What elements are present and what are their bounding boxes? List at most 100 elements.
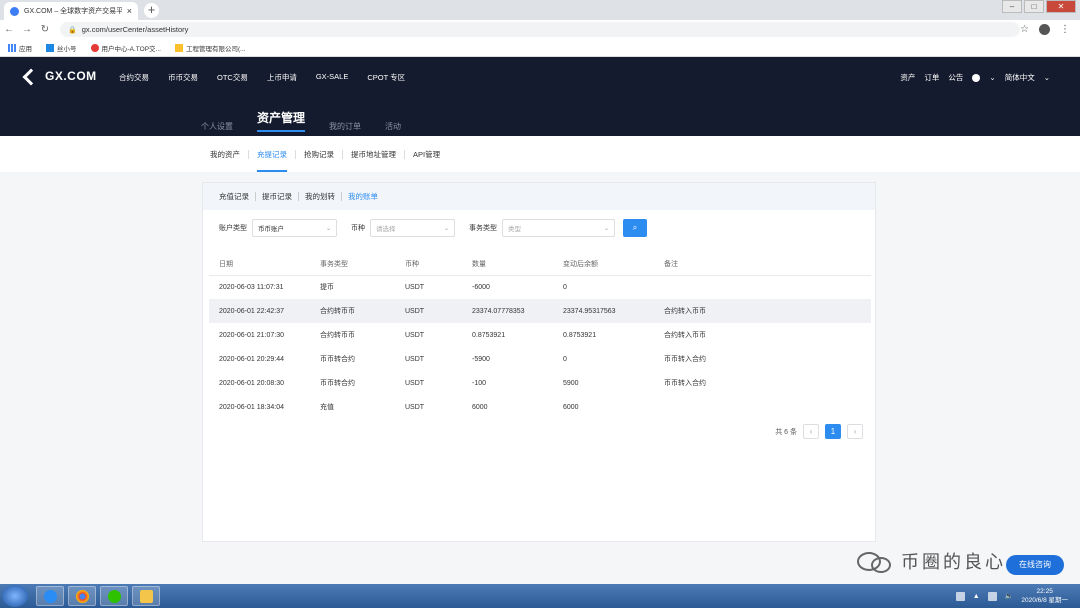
nav-cpot[interactable]: CPOT 专区: [367, 72, 405, 83]
nav-spot-trading[interactable]: 币币交易: [168, 72, 198, 83]
close-tab-icon[interactable]: ×: [127, 6, 132, 16]
site-header: GX.COM 合约交易 币币交易 OTC交易 上币申请 GX-SALE CPOT…: [0, 57, 1080, 136]
coin-select[interactable]: 请选择 ⌄: [370, 219, 455, 237]
subnav-my-orders[interactable]: 我的订单: [329, 121, 361, 132]
watermark: 币圈的良心: [855, 548, 1006, 574]
tab-withdraw-records[interactable]: 提币记录: [256, 192, 299, 201]
history-panel: 充值记录 提币记录 我的划转 我的账单 账户类型 币币账户 ⌄ 币种 请选择 ⌄…: [202, 182, 876, 542]
volume-icon[interactable]: 🔈: [1005, 592, 1014, 600]
next-page-button[interactable]: ›: [847, 424, 863, 439]
network-icon[interactable]: [987, 591, 997, 601]
tab-purchase-history[interactable]: 抢购记录: [296, 149, 343, 159]
total-count: 共 6 条: [775, 428, 797, 436]
user-icon[interactable]: [972, 73, 981, 82]
star-icon[interactable]: ☆: [1020, 24, 1029, 35]
col-amount: 数量: [462, 253, 553, 276]
search-button[interactable]: ⌕: [623, 219, 647, 237]
site-logo[interactable]: GX.COM: [22, 69, 97, 83]
nav-listing[interactable]: 上币申请: [267, 72, 297, 83]
table-row: 2020-06-01 21:07:30 合约转币币 USDT 0.8753921 0.8…: [219, 331, 706, 340]
table-row: 2020-06-03 11:07:31 提币 USDT -6000 0: [219, 283, 567, 292]
subnav-asset-management[interactable]: 资产管理: [257, 109, 306, 132]
address-bar[interactable]: 🔒 gx.com/userCenter/assetHistory: [60, 22, 1021, 37]
record-tabs: 充值记录 提币记录 我的划转 我的账单: [203, 183, 875, 210]
nav-contract-trading[interactable]: 合约交易: [119, 72, 149, 83]
lock-icon: 🔒: [68, 26, 77, 34]
account-icon[interactable]: [1039, 24, 1050, 35]
os-taskbar: ▲ 🔈 22:25 2020/6/8 星期一: [0, 584, 1080, 608]
table-row: 2020-06-01 22:42:37 合约转币币 USDT 23374.077783…: [209, 299, 871, 323]
transaction-type-label: 事务类型: [469, 225, 497, 232]
browser-toolbar: ← → ↻ 🔒 gx.com/userCenter/assetHistory ☆…: [0, 20, 1080, 39]
page-button-current[interactable]: 1: [825, 424, 841, 439]
bookmarks-bar: 应用 丝小号 用户中心-A.TOP交... 工程管理有限公司(...: [0, 39, 1080, 57]
back-icon[interactable]: ←: [0, 24, 18, 35]
user-center-nav: 个人设置 资产管理 我的订单 活动: [201, 109, 401, 132]
chevron-down-icon: ⌄: [603, 225, 609, 232]
bookmark-1[interactable]: 丝小号: [46, 43, 77, 53]
main-nav: 合约交易 币币交易 OTC交易 上币申请 GX-SALE CPOT 专区: [119, 72, 405, 83]
transaction-type-select[interactable]: 类型 ⌄: [502, 219, 615, 237]
account-type-select[interactable]: 币币账户 ⌄: [252, 219, 337, 237]
coin-label: 币种: [351, 225, 365, 232]
subnav-activities[interactable]: 活动: [385, 121, 401, 132]
reload-icon[interactable]: ↻: [36, 24, 54, 35]
table-row: 2020-06-01 18:34:04 充值 USDT 6000 6000: [219, 403, 579, 412]
chrome-icon: [90, 43, 99, 52]
start-button[interactable]: [2, 585, 28, 607]
taskbar-wechat-icon[interactable]: [100, 586, 128, 606]
apps-grid-icon: [8, 43, 16, 52]
browser-tab-strip: GX.COM – 全球数字资产交易平台 × + – □ ✕: [0, 0, 1080, 20]
browser-tab[interactable]: GX.COM – 全球数字资产交易平台 ×: [4, 2, 138, 20]
nav-otc[interactable]: OTC交易: [217, 72, 248, 83]
search-icon: ⌕: [632, 223, 638, 232]
url-text: gx.com/userCenter/assetHistory: [81, 25, 189, 34]
maximize-button[interactable]: □: [1024, 0, 1044, 13]
tab-withdraw-address[interactable]: 提币地址管理: [343, 149, 405, 159]
tab-title: GX.COM – 全球数字资产交易平台: [24, 8, 122, 15]
tray-expand-icon[interactable]: ▲: [973, 593, 980, 600]
chevron-down-icon: ⌄: [1043, 73, 1050, 82]
subnav-personal-settings[interactable]: 个人设置: [201, 121, 233, 132]
bill-table: 日期 事务类型 币种 数量 变动后余额 备注 2020-06-03 11:07:…: [209, 253, 871, 419]
table-row: 2020-06-01 20:08:30 币币转合约 USDT -100 5900 币币转入…: [219, 379, 706, 388]
bookmark-icon: [174, 43, 183, 52]
bookmark-2[interactable]: 用户中心-A.TOP交...: [90, 43, 161, 53]
nav-orders[interactable]: 订单: [924, 72, 939, 83]
tab-my-assets[interactable]: 我的资产: [210, 149, 249, 159]
new-tab-button[interactable]: +: [144, 3, 159, 18]
nav-gx-sale[interactable]: GX-SALE: [316, 72, 349, 83]
col-remark: 备注: [654, 253, 871, 276]
minimize-button[interactable]: –: [1002, 0, 1022, 13]
tab-my-bills[interactable]: 我的账单: [342, 192, 384, 201]
tab-api-management[interactable]: API管理: [405, 150, 448, 159]
taskbar-app-icon[interactable]: [36, 586, 64, 606]
bookmark-icon: [46, 43, 54, 52]
pagination: 共 6 条 ‹ 1 ›: [775, 424, 863, 439]
chevron-down-icon: ⌄: [325, 225, 331, 232]
header-right-nav: 资产 订单 公告 ⌄ 简体中文 ⌄: [900, 72, 1050, 83]
prev-page-button[interactable]: ‹: [803, 424, 819, 439]
clock[interactable]: 22:25 2020/6/8 星期一: [1021, 587, 1068, 605]
window-controls: – □ ✕: [1002, 0, 1076, 13]
menu-icon[interactable]: ⋮: [1060, 24, 1070, 35]
table-header-row: 日期 事务类型 币种 数量 变动后余额 备注: [209, 253, 871, 276]
nav-announcements[interactable]: 公告: [948, 72, 963, 83]
col-coin: 币种: [395, 253, 462, 276]
filter-bar: 账户类型 币币账户 ⌄ 币种 请选择 ⌄ 事务类型 类型 ⌄ ⌕: [219, 219, 647, 237]
nav-assets[interactable]: 资产: [900, 72, 915, 83]
bookmark-apps[interactable]: 应用: [8, 43, 32, 53]
tray-app-icon[interactable]: [955, 591, 965, 601]
tab-my-transfers[interactable]: 我的划转: [299, 192, 342, 201]
taskbar-chrome-icon[interactable]: [68, 586, 96, 606]
close-window-button[interactable]: ✕: [1046, 0, 1076, 13]
taskbar-folder-icon[interactable]: [132, 586, 160, 606]
language-select[interactable]: 简体中文: [1005, 72, 1035, 83]
forward-icon[interactable]: →: [18, 24, 36, 35]
table-row: 2020-06-01 20:29:44 币币转合约 USDT -5900 0 币币转入合约: [219, 355, 706, 364]
online-consult-button[interactable]: 在线咨询: [1006, 555, 1064, 575]
tab-deposit-withdraw-history[interactable]: 充提记录: [249, 149, 296, 172]
logo-mark-icon: [22, 70, 40, 82]
bookmark-3[interactable]: 工程管理有限公司(...: [174, 43, 246, 53]
tab-deposit-records[interactable]: 充值记录: [219, 192, 256, 201]
